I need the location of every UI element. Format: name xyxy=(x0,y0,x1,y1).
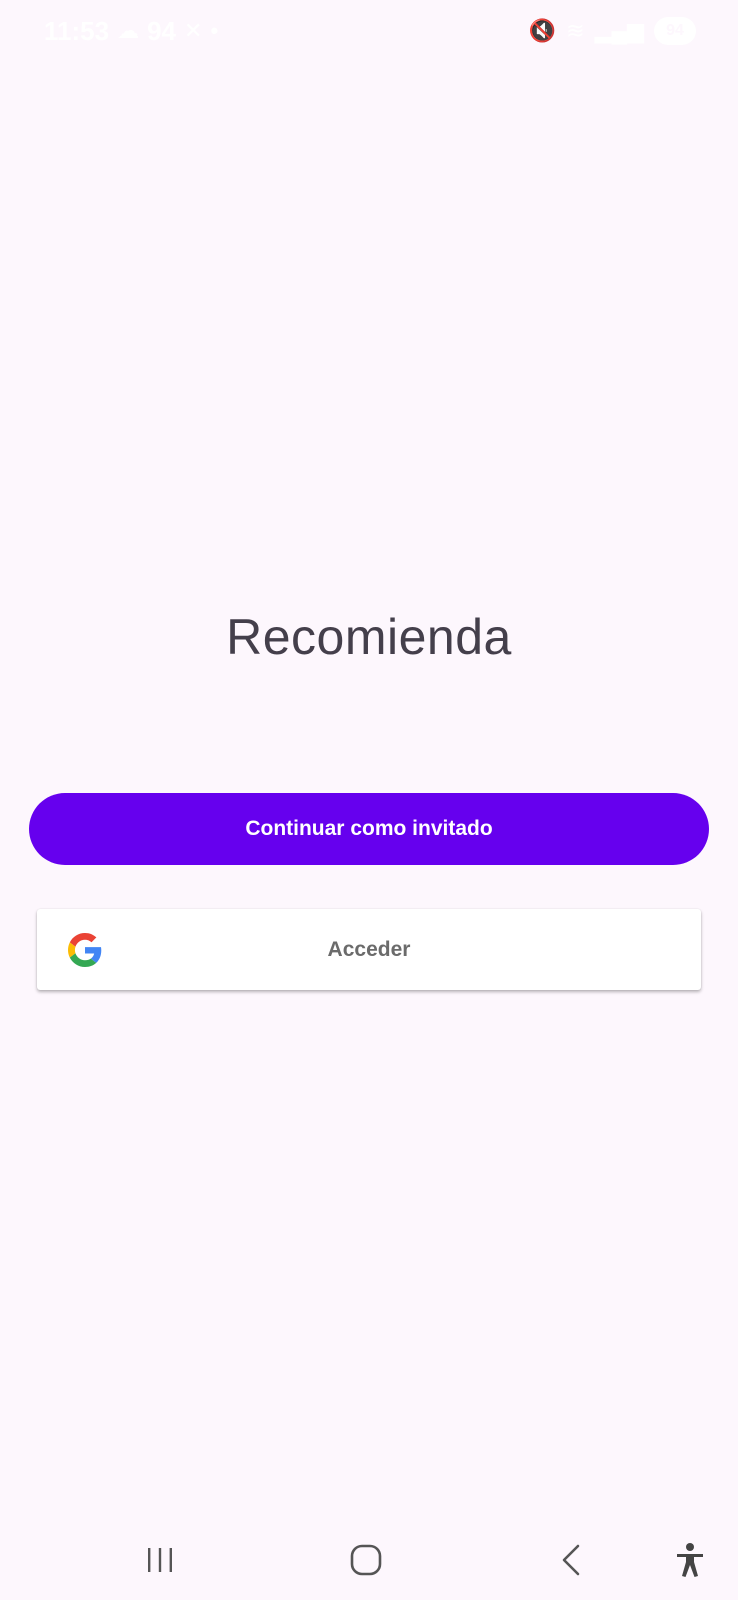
mute-icon: 🔇 xyxy=(528,18,557,43)
recent-apps-button[interactable] xyxy=(136,1538,184,1582)
continue-as-guest-button[interactable]: Continuar como invitado xyxy=(29,793,709,865)
status-left: 11:53 ☁ 94 ✕ • xyxy=(44,14,218,48)
wifi-icon: ≋ xyxy=(566,18,585,43)
battery-indicator: 94 xyxy=(654,17,696,45)
status-right: 🔇 ≋ ▂▄▆ 94 xyxy=(529,14,696,48)
notification-count: 94 xyxy=(147,15,176,46)
accessibility-button[interactable] xyxy=(666,1538,714,1582)
google-button-label: Acceder xyxy=(327,937,411,961)
close-x-icon: ✕ xyxy=(184,18,203,43)
back-icon xyxy=(562,1544,580,1576)
google-sign-in-button[interactable]: Acceder xyxy=(37,909,701,990)
accessibility-icon xyxy=(677,1543,703,1577)
recent-apps-icon xyxy=(148,1548,172,1572)
page-title: Recomienda xyxy=(226,609,512,665)
home-icon xyxy=(350,1544,382,1576)
system-nav-bar xyxy=(0,1520,738,1600)
home-button[interactable] xyxy=(342,1538,390,1582)
cloud-icon: ☁ xyxy=(117,18,140,43)
status-bar: 11:53 ☁ 94 ✕ • 🔇 ≋ ▂▄▆ 94 xyxy=(0,0,738,62)
status-time: 11:53 xyxy=(44,15,110,46)
signal-icon: ▂▄▆ xyxy=(594,18,644,43)
back-button[interactable] xyxy=(548,1538,596,1582)
dot-icon: • xyxy=(210,18,219,43)
